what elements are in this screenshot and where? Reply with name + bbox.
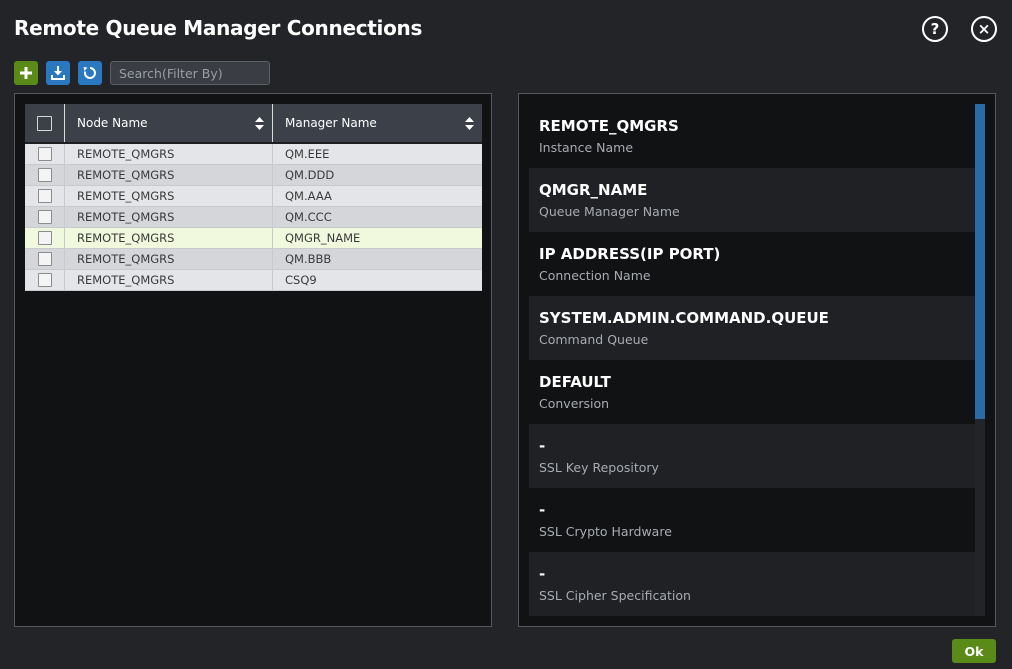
node-name-cell: REMOTE_QMGRS xyxy=(65,228,273,248)
row-checkbox-cell xyxy=(25,249,65,269)
detail-label: SSL Crypto Hardware xyxy=(539,524,672,539)
toolbar xyxy=(14,61,270,85)
add-button[interactable] xyxy=(14,61,38,85)
help-icon[interactable]: ? xyxy=(922,16,948,42)
download-button[interactable] xyxy=(46,61,70,85)
detail-label: Instance Name xyxy=(539,140,634,155)
node-name-cell: REMOTE_QMGRS xyxy=(65,144,273,164)
detail-item: SYSTEM.ADMIN.COMMAND.QUEUE Command Queue xyxy=(529,296,975,360)
column-header-label: Manager Name xyxy=(285,116,377,130)
detail-item: - SSL Cipher Specification xyxy=(529,552,975,616)
node-name-cell: REMOTE_QMGRS xyxy=(65,270,273,290)
row-checkbox[interactable] xyxy=(37,231,52,245)
table-row[interactable]: REMOTE_QMGRS QM.EEE xyxy=(25,144,482,165)
table-row[interactable]: REMOTE_QMGRS QM.DDD xyxy=(25,165,482,186)
manager-name-cell: QMGR_NAME xyxy=(285,231,361,245)
detail-label: Command Queue xyxy=(539,332,649,347)
detail-value: - xyxy=(539,501,546,519)
scrollbar-thumb[interactable] xyxy=(975,104,985,419)
detail-label: Queue Manager Name xyxy=(539,204,680,219)
detail-value: QMGR_NAME xyxy=(539,181,648,199)
detail-value: DEFAULT xyxy=(539,373,611,391)
row-checkbox-cell xyxy=(25,228,65,248)
details-scrollbar[interactable] xyxy=(975,104,985,616)
select-all-cell xyxy=(25,104,65,142)
download-icon xyxy=(51,66,65,80)
plus-icon xyxy=(20,67,32,79)
grid-header: Node Name Manager Name xyxy=(25,104,482,144)
table-row[interactable]: REMOTE_QMGRS QMGR_NAME xyxy=(25,228,482,249)
detail-item: - SSL Crypto Hardware xyxy=(529,488,975,552)
table-row[interactable]: REMOTE_QMGRS QM.AAA xyxy=(25,186,482,207)
node-name-cell: REMOTE_QMGRS xyxy=(65,165,273,185)
select-all-checkbox[interactable] xyxy=(37,115,52,131)
row-checkbox[interactable] xyxy=(37,210,52,224)
search-input[interactable] xyxy=(110,61,270,85)
detail-value: - xyxy=(539,437,546,455)
refresh-button[interactable] xyxy=(78,61,102,85)
manager-name-cell: QM.BBB xyxy=(285,252,332,266)
detail-item: - SSL Key Repository xyxy=(529,424,975,488)
row-checkbox[interactable] xyxy=(37,252,52,266)
row-checkbox[interactable] xyxy=(37,273,52,287)
detail-label: SSL Cipher Specification xyxy=(539,588,691,603)
manager-name-cell: QM.CCC xyxy=(285,210,332,224)
connections-grid: Node Name Manager Name REMOTE_QMGRS QM.E… xyxy=(25,104,482,291)
detail-item: REMOTE_QMGRS Instance Name xyxy=(529,104,975,168)
column-header-label: Node Name xyxy=(77,116,148,130)
manager-name-cell: CSQ9 xyxy=(285,273,317,287)
row-checkbox-cell xyxy=(25,165,65,185)
ok-button[interactable]: Ok xyxy=(952,639,996,663)
row-checkbox-cell xyxy=(25,207,65,227)
row-checkbox-cell xyxy=(25,270,65,290)
manager-name-cell: QM.AAA xyxy=(285,189,332,203)
column-header-manager-name[interactable]: Manager Name xyxy=(273,104,482,142)
row-checkbox[interactable] xyxy=(37,189,52,203)
manager-name-cell: QM.EEE xyxy=(285,147,330,161)
detail-label: Conversion xyxy=(539,396,610,411)
detail-item: QMGR_NAME Queue Manager Name xyxy=(529,168,975,232)
manager-name-cell: QM.DDD xyxy=(285,168,335,182)
details-panel: REMOTE_QMGRS Instance Name QMGR_NAME Que… xyxy=(518,93,996,627)
node-name-cell: REMOTE_QMGRS xyxy=(65,207,273,227)
sort-icon[interactable] xyxy=(255,116,264,130)
column-header-node-name[interactable]: Node Name xyxy=(65,104,273,142)
detail-value: REMOTE_QMGRS xyxy=(539,117,679,135)
node-name-cell: REMOTE_QMGRS xyxy=(65,249,273,269)
close-icon[interactable]: × xyxy=(971,16,997,42)
detail-label: Connection Name xyxy=(539,268,651,283)
row-checkbox[interactable] xyxy=(37,168,52,182)
detail-value: IP ADDRESS(IP PORT) xyxy=(539,245,721,263)
table-row[interactable]: REMOTE_QMGRS QM.BBB xyxy=(25,249,482,270)
detail-label: SSL Key Repository xyxy=(539,460,659,475)
sort-icon[interactable] xyxy=(465,116,474,130)
connections-panel: Node Name Manager Name REMOTE_QMGRS QM.E… xyxy=(14,93,492,627)
row-checkbox-cell xyxy=(25,186,65,206)
details-list: REMOTE_QMGRS Instance Name QMGR_NAME Que… xyxy=(529,104,975,616)
node-name-cell: REMOTE_QMGRS xyxy=(65,186,273,206)
refresh-icon xyxy=(83,67,96,79)
detail-item: DEFAULT Conversion xyxy=(529,360,975,424)
dialog-title: Remote Queue Manager Connections xyxy=(14,16,423,40)
detail-value: - xyxy=(539,565,546,583)
table-row[interactable]: REMOTE_QMGRS QM.CCC xyxy=(25,207,482,228)
table-row[interactable]: REMOTE_QMGRS CSQ9 xyxy=(25,270,482,291)
detail-value: SYSTEM.ADMIN.COMMAND.QUEUE xyxy=(539,309,829,327)
detail-item: IP ADDRESS(IP PORT) Connection Name xyxy=(529,232,975,296)
row-checkbox-cell xyxy=(25,144,65,164)
row-checkbox[interactable] xyxy=(37,147,52,161)
